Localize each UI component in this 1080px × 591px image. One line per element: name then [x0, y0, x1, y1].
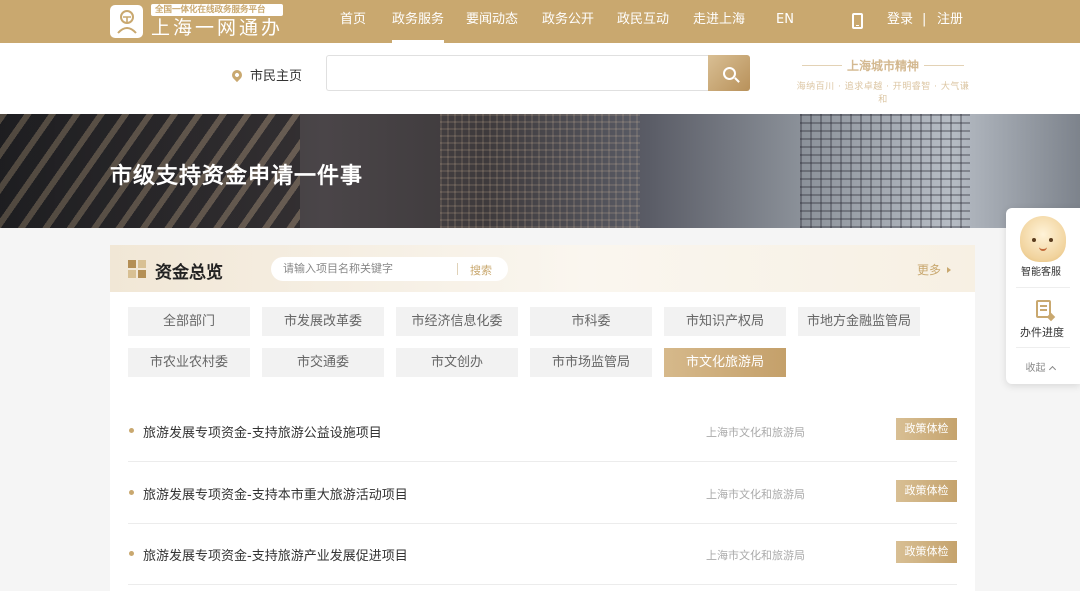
chevron-up-icon: [1048, 365, 1056, 374]
logo-title: 上海一网通办: [151, 16, 284, 39]
fund-item-name[interactable]: 旅游发展专项资金-支持旅游公益设施项目: [143, 422, 382, 441]
nav-news[interactable]: 要闻动态: [466, 0, 518, 43]
register-link[interactable]: 注册: [937, 0, 963, 43]
fund-list-item[interactable]: 旅游发展专项资金-支持旅游产业发展促进项目 上海市文化和旅游局 政策体检: [128, 523, 957, 585]
floating-service-panel: 智能客服 办件进度 收起: [1006, 208, 1080, 384]
search-section: 市民主页 上海城市精神 海纳百川 · 追求卓越 · 开明睿智 · 大气谦和: [0, 43, 1080, 114]
fund-list-item[interactable]: 旅游发展专项资金-支持本市重大旅游活动项目 上海市文化和旅游局 政策体检: [128, 462, 957, 524]
fund-search-input[interactable]: [283, 257, 443, 281]
progress-label: 办件进度: [1020, 326, 1064, 339]
fund-overview-panel: 资金总览 搜索 更多 全部部门 市发展改革委 市经济信息化委 市科委 市知识产权…: [110, 245, 975, 591]
fund-search-button[interactable]: 搜索: [470, 262, 492, 278]
fund-list-item[interactable]: 旅游发展专项资金-支持旅游公益设施项目 上海市文化和旅游局 政策体检: [128, 400, 957, 462]
top-navbar: 全国一体化在线政务服务平台 上海一网通办 首页 政务服务 要闻动态 政务公开 政…: [0, 0, 1080, 43]
main-search-button[interactable]: [708, 55, 750, 91]
nav-gov-services[interactable]: 政务服务: [392, 0, 445, 43]
policy-check-button[interactable]: 政策体检: [896, 418, 957, 440]
collapse-label: 收起: [1025, 363, 1046, 374]
mobile-icon[interactable]: [852, 13, 863, 29]
assistant-label: 智能客服: [1021, 267, 1061, 278]
policy-check-button[interactable]: 政策体检: [896, 541, 957, 563]
location-pin-icon: [229, 67, 245, 82]
fund-item-org: 上海市文化和旅游局: [706, 426, 805, 439]
spirit-title: 上海城市精神: [792, 57, 974, 74]
collapse-button[interactable]: 收起: [1006, 359, 1074, 374]
dept-filter-finance[interactable]: 市地方金融监管局: [798, 307, 920, 336]
panel-header: 资金总览 搜索 更多: [110, 245, 975, 292]
bullet-dot: [129, 551, 134, 556]
fund-search-box: 搜索: [271, 257, 508, 281]
logo-subtitle: 全国一体化在线政务服务平台: [151, 3, 284, 16]
float-divider: [1016, 287, 1070, 288]
banner-building-right: [800, 114, 970, 228]
float-divider: [1016, 347, 1070, 348]
bullet-dot: [129, 428, 134, 433]
document-edit-icon: [1036, 300, 1051, 318]
fund-item-name[interactable]: 旅游发展专项资金-支持旅游产业发展促进项目: [143, 545, 408, 564]
dept-filter-ndrc[interactable]: 市发展改革委: [262, 307, 384, 336]
spirit-subtitle: 海纳百川 · 追求卓越 · 开明睿智 · 大气谦和: [796, 82, 970, 105]
dept-filter-ip[interactable]: 市知识产权局: [664, 307, 786, 336]
dept-filter-agriculture[interactable]: 市农业农村委: [128, 348, 250, 377]
fund-search-divider: [457, 263, 458, 275]
page-title: 市级支持资金申请一件事: [110, 164, 364, 189]
bullet-dot: [129, 490, 134, 495]
dept-filter-science[interactable]: 市科委: [530, 307, 652, 336]
dept-filter-culture-tourism[interactable]: 市文化旅游局: [664, 348, 786, 377]
dept-filter-transport[interactable]: 市交通委: [262, 348, 384, 377]
policy-check-button[interactable]: 政策体检: [896, 480, 957, 502]
panel-title: 资金总览: [155, 263, 223, 283]
dept-filter-economy[interactable]: 市经济信息化委: [396, 307, 518, 336]
site-logo[interactable]: 全国一体化在线政务服务平台 上海一网通办: [110, 3, 284, 39]
fund-item-org: 上海市文化和旅游局: [706, 549, 805, 562]
login-link[interactable]: 登录: [887, 0, 913, 43]
assistant-avatar-icon: [1020, 216, 1066, 262]
dept-filter-cultural-creative[interactable]: 市文创办: [396, 348, 518, 377]
main-search-input[interactable]: [326, 55, 709, 91]
login-separator: |: [922, 12, 927, 27]
nav-gov-open[interactable]: 政务公开: [542, 0, 594, 43]
hero-banner: 市级支持资金申请一件事: [0, 114, 1080, 228]
location-label: 市民主页: [250, 69, 303, 84]
nav-about-shanghai[interactable]: 走进上海: [693, 0, 745, 43]
dept-filter-market[interactable]: 市市场监管局: [530, 348, 652, 377]
banner-building-center: [440, 114, 640, 228]
chevron-right-icon: [947, 267, 952, 273]
search-icon: [722, 66, 736, 80]
fund-item-org: 上海市文化和旅游局: [706, 488, 805, 501]
citizen-home-link[interactable]: 市民主页: [229, 65, 303, 84]
nav-home[interactable]: 首页: [340, 0, 366, 43]
city-spirit-slogan: 上海城市精神 海纳百川 · 追求卓越 · 开明睿智 · 大气谦和: [792, 57, 974, 105]
logo-emblem-icon: [110, 4, 143, 38]
fund-item-name[interactable]: 旅游发展专项资金-支持本市重大旅游活动项目: [143, 484, 408, 503]
more-link[interactable]: 更多: [917, 261, 952, 278]
nav-english[interactable]: EN: [776, 0, 794, 43]
dept-filter-all[interactable]: 全部部门: [128, 307, 250, 336]
overview-grid-icon: [128, 260, 146, 278]
nav-interaction[interactable]: 政民互动: [617, 0, 669, 43]
more-label: 更多: [917, 263, 942, 277]
